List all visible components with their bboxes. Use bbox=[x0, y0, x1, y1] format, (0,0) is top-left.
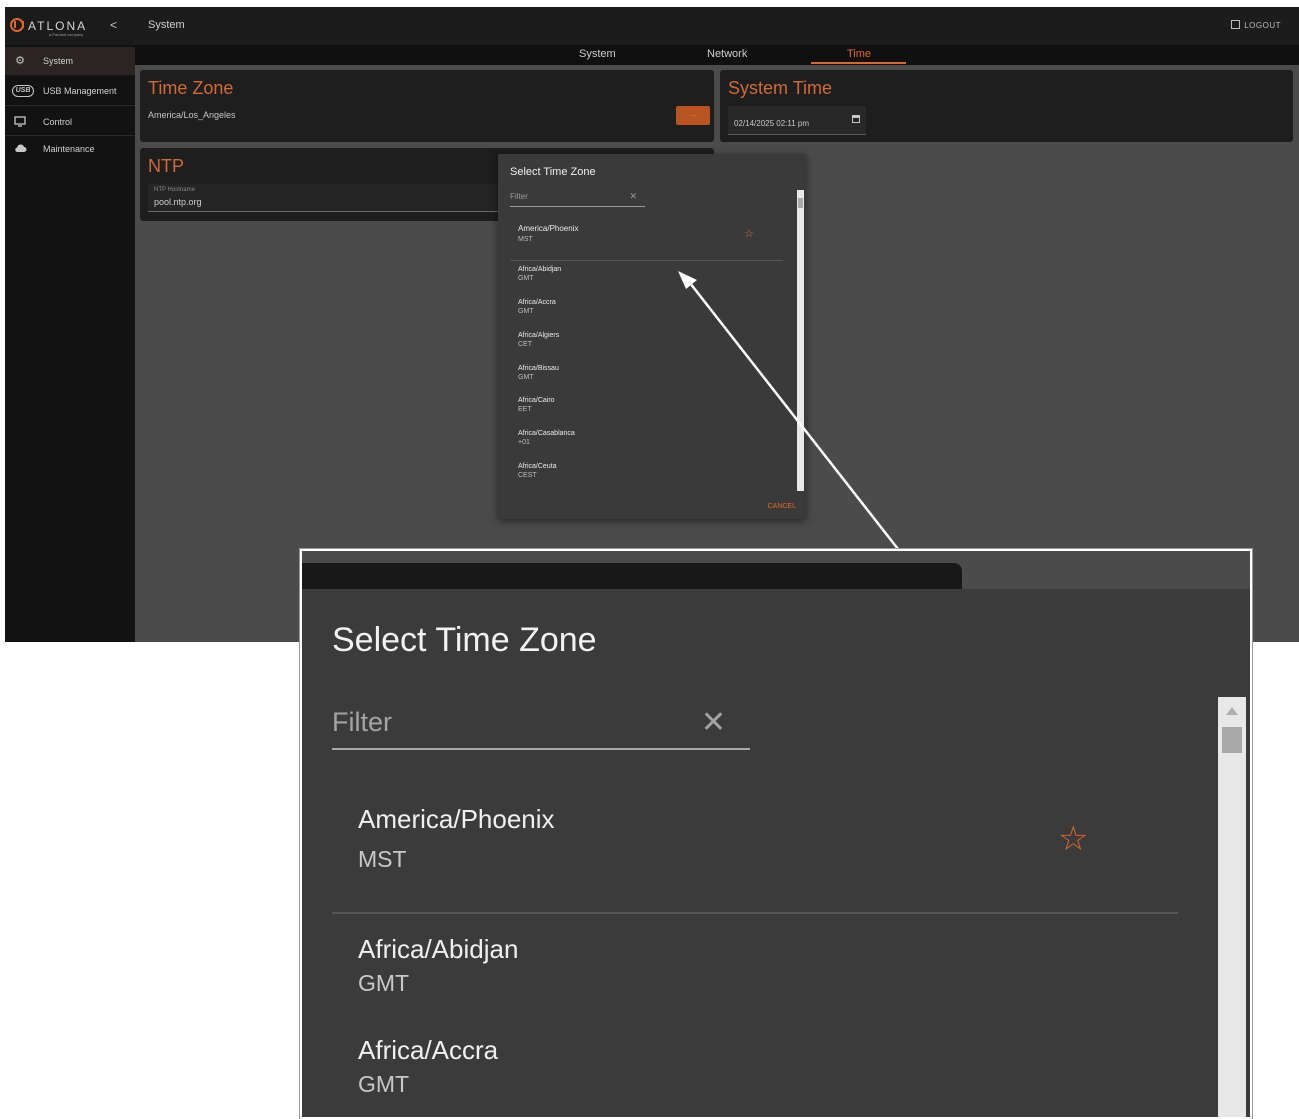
time-zone-value: America/Los_Angeles bbox=[148, 110, 236, 120]
zone-name[interactable]: America/Phoenix bbox=[358, 804, 555, 835]
tab-bar: System Network Time bbox=[135, 45, 1299, 65]
zone-abbr: GMT bbox=[358, 1071, 410, 1097]
zone-abbr: GMT bbox=[358, 970, 410, 996]
clear-filter-icon[interactable]: ✕ bbox=[701, 705, 726, 740]
zone-abbr: CET bbox=[518, 341, 532, 348]
scrollbar[interactable] bbox=[797, 190, 804, 491]
zone-name: Africa/Ceuta bbox=[518, 463, 557, 470]
zone-name: Africa/Accra bbox=[518, 299, 556, 306]
page-title: System bbox=[148, 19, 185, 31]
top-bar: System LOGOUT bbox=[135, 7, 1299, 45]
list-item[interactable]: Africa/Algiers CET bbox=[518, 332, 559, 348]
cloud-icon bbox=[13, 143, 27, 155]
sidebar-item-label: Control bbox=[43, 117, 73, 127]
zoomed-dialog-panel: Select Time Zone Filter ✕ America/Phoeni… bbox=[299, 548, 1253, 1119]
tab-system[interactable]: System bbox=[579, 48, 616, 60]
zone-abbr: MST bbox=[358, 846, 407, 872]
dialog-title: Select Time Zone bbox=[332, 621, 597, 659]
monitor-icon bbox=[13, 116, 27, 128]
star-icon[interactable]: ☆ bbox=[1058, 819, 1088, 859]
divider bbox=[510, 260, 783, 261]
zone-name: Africa/Cairo bbox=[518, 397, 555, 404]
logo: ATLONA a Panduit company < bbox=[5, 7, 135, 45]
sidebar: ATLONA a Panduit company < ⚙ System USB … bbox=[5, 7, 135, 642]
scrollbar[interactable] bbox=[1218, 697, 1246, 1117]
zone-name[interactable]: Africa/Accra bbox=[358, 1035, 498, 1066]
zone-abbr: GMT bbox=[518, 374, 534, 381]
ntp-hostname-label: NTP Hostname bbox=[154, 187, 195, 193]
zone-name: Africa/Abidjan bbox=[518, 266, 562, 273]
active-tab-indicator bbox=[811, 62, 906, 64]
divider bbox=[332, 912, 1178, 914]
tab-network[interactable]: Network bbox=[707, 48, 747, 60]
sidebar-item-label: Maintenance bbox=[43, 144, 95, 154]
zone-abbr: CEST bbox=[518, 472, 537, 479]
zone-name: Africa/Bissau bbox=[518, 365, 559, 372]
sidebar-item-system[interactable]: ⚙ System bbox=[5, 47, 135, 75]
logout-icon bbox=[1231, 20, 1241, 29]
app-screen: ATLONA a Panduit company < ⚙ System USB … bbox=[5, 7, 1299, 642]
list-item[interactable]: Africa/Cairo EET bbox=[518, 397, 555, 413]
filter-input[interactable]: Filter ✕ bbox=[510, 188, 645, 207]
dialog-title: Select Time Zone bbox=[510, 166, 596, 178]
list-item[interactable]: Africa/Accra GMT bbox=[518, 299, 556, 315]
filter-placeholder: Filter bbox=[332, 707, 392, 737]
system-time-card: System Time 02/14/2025 02:11 pm bbox=[720, 70, 1293, 142]
zone-name: Africa/Casablanca bbox=[518, 430, 575, 437]
brand-subtitle: a Panduit company bbox=[49, 32, 84, 37]
sidebar-item-label: System bbox=[43, 56, 74, 66]
filter-input[interactable]: Filter ✕ bbox=[332, 701, 750, 750]
dots-icon: … bbox=[689, 109, 697, 118]
calendar-icon[interactable] bbox=[852, 115, 860, 123]
zone-abbr: GMT bbox=[518, 308, 534, 315]
sidebar-item-maintenance[interactable]: Maintenance bbox=[5, 135, 135, 163]
zone-name: Africa/Algiers bbox=[518, 332, 560, 339]
divider bbox=[5, 105, 135, 106]
time-zone-title: Time Zone bbox=[148, 78, 234, 98]
usb-icon: USB bbox=[12, 85, 34, 97]
sidebar-item-control[interactable]: Control bbox=[5, 108, 135, 136]
select-time-zone-dialog: Select Time Zone Filter ✕ America/Phoeni… bbox=[498, 154, 806, 519]
system-time-title: System Time bbox=[728, 78, 833, 98]
gear-icon: ⚙ bbox=[15, 55, 25, 67]
zone-abbr: MST bbox=[518, 236, 533, 243]
sidebar-item-label: USB Management bbox=[43, 86, 117, 96]
tab-time[interactable]: Time bbox=[847, 48, 871, 60]
zone-name[interactable]: Africa/Abidjan bbox=[358, 934, 518, 965]
system-time-field[interactable]: 02/14/2025 02:11 pm bbox=[728, 106, 866, 135]
ntp-hostname-value: pool.ntp.org bbox=[154, 197, 202, 207]
sidebar-item-usb-management[interactable]: USB USB Management bbox=[5, 77, 135, 105]
zone-name: America/Phoenix bbox=[518, 224, 579, 233]
edit-time-zone-button[interactable]: … bbox=[676, 106, 710, 125]
list-item[interactable]: Africa/Abidjan GMT bbox=[518, 266, 561, 282]
logout-label: LOGOUT bbox=[1244, 21, 1281, 30]
zone-abbr: EET bbox=[518, 406, 532, 413]
list-item[interactable]: Africa/Ceuta CEST bbox=[518, 463, 557, 479]
zoom-card-edge bbox=[302, 563, 962, 589]
favorite-zone-item[interactable]: America/Phoenix MST bbox=[518, 224, 578, 243]
cancel-button[interactable]: CANCEL bbox=[768, 503, 796, 510]
system-time-value: 02/14/2025 02:11 pm bbox=[734, 119, 810, 128]
star-icon[interactable]: ☆ bbox=[744, 227, 754, 240]
zone-abbr: +01 bbox=[518, 439, 530, 446]
clear-filter-icon[interactable]: ✕ bbox=[629, 191, 637, 202]
scrollbar-thumb[interactable] bbox=[1222, 727, 1242, 753]
list-item[interactable]: Africa/Casablanca +01 bbox=[518, 430, 575, 446]
scrollbar-thumb[interactable] bbox=[798, 198, 803, 208]
logout-button[interactable]: LOGOUT bbox=[1231, 20, 1281, 30]
collapse-sidebar-icon[interactable]: < bbox=[110, 18, 117, 32]
list-item[interactable]: Africa/Bissau GMT bbox=[518, 365, 559, 381]
time-zone-card: Time Zone America/Los_Angeles … bbox=[140, 70, 714, 142]
scroll-up-icon[interactable] bbox=[1226, 707, 1238, 715]
atlona-logo-icon bbox=[10, 18, 24, 32]
ntp-title: NTP bbox=[148, 156, 184, 176]
zone-abbr: GMT bbox=[518, 275, 534, 282]
brand-name: ATLONA bbox=[28, 19, 88, 33]
filter-placeholder: Filter bbox=[510, 192, 528, 201]
